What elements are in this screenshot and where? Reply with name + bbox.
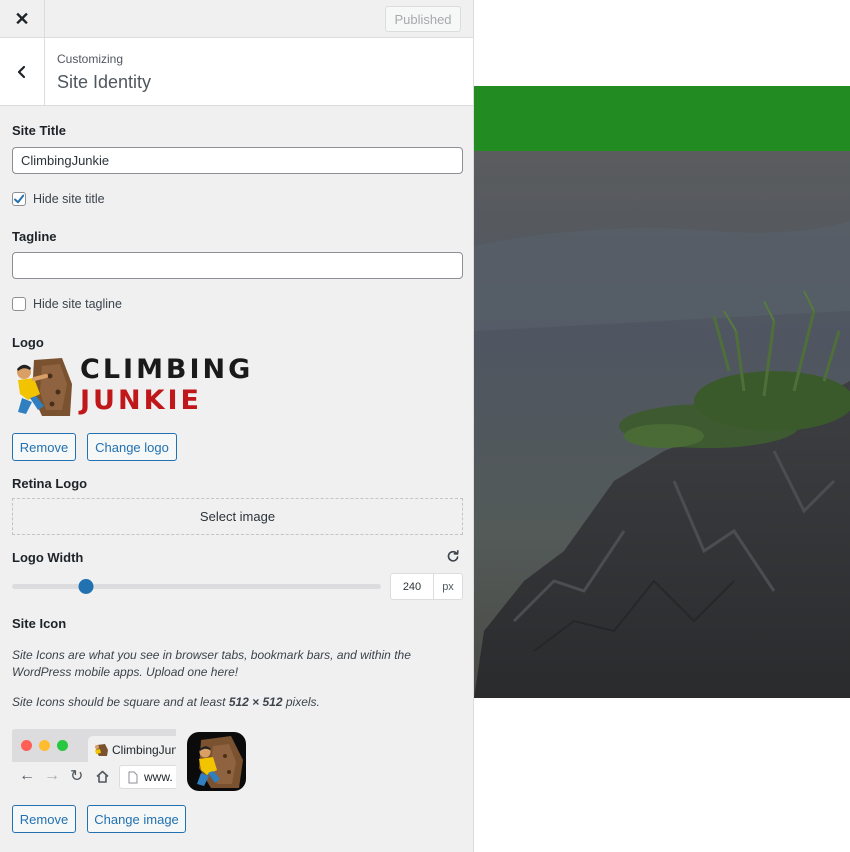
window-minimize-dot	[39, 740, 50, 751]
window-maximize-dot	[57, 740, 68, 751]
change-image-button[interactable]: Change image	[87, 805, 186, 833]
logo-image[interactable]: CLIMBING JUNKIE	[12, 354, 288, 420]
browser-tab-bar: ClimbingJunkie	[12, 729, 176, 763]
page-icon	[128, 771, 138, 784]
logo-wordmark-junkie: JUNKIE	[80, 385, 202, 416]
window-close-dot	[21, 740, 32, 751]
logo-label: Logo	[12, 335, 44, 350]
reset-icon[interactable]	[446, 549, 460, 563]
logo-width-slider[interactable]	[12, 579, 381, 594]
back-arrow-icon: ←	[19, 767, 35, 784]
breadcrumb: Customizing	[57, 52, 124, 66]
home-icon	[96, 770, 109, 783]
app-icon-preview	[187, 732, 246, 791]
back-button[interactable]	[0, 38, 45, 106]
reload-icon: ↻	[70, 768, 84, 785]
forward-arrow-icon: →	[44, 767, 60, 784]
hide-site-title-row[interactable]: Hide site title	[12, 192, 105, 206]
preview-header-bar	[474, 86, 850, 151]
publish-button[interactable]: Published	[385, 6, 461, 32]
logo-remove-button[interactable]: Remove	[12, 433, 76, 461]
hide-site-title-checkbox[interactable]	[12, 192, 26, 206]
select-image-button[interactable]: Select image	[12, 498, 463, 535]
climber-app-icon	[197, 736, 243, 788]
climber-icon	[17, 358, 72, 416]
change-logo-button[interactable]: Change logo	[87, 433, 177, 461]
slider-handle[interactable]	[78, 579, 94, 594]
logo-width-label: Logo Width	[12, 550, 84, 565]
logo-width-unit: px	[434, 573, 463, 600]
size-note-dimensions: 512 × 512	[228, 695, 283, 709]
retina-logo-label: Retina Logo	[12, 476, 88, 491]
hide-tagline-row[interactable]: Hide site tagline	[12, 297, 122, 311]
browser-toolbar: ← → ↻ www.	[12, 762, 176, 792]
customizer-topbar: ✕ Published	[0, 0, 473, 38]
favicon-icon	[95, 743, 108, 756]
section-header: Customizing Site Identity	[0, 38, 473, 106]
chevron-left-icon	[17, 65, 26, 79]
site-icon-description: Site Icons are what you see in browser t…	[12, 648, 411, 679]
size-note-suffix: pixels.	[282, 695, 320, 709]
tagline-input[interactable]	[12, 252, 463, 279]
logo-wordmark-climbing: CLIMBING	[80, 354, 254, 385]
tagline-label: Tagline	[12, 229, 57, 244]
hide-tagline-checkbox[interactable]	[12, 297, 26, 311]
checkmark-icon	[14, 194, 25, 204]
site-title-label: Site Title	[12, 123, 66, 138]
browser-tab-preview: ClimbingJunkie ← → ↻ www.	[12, 729, 176, 792]
hide-site-title-label: Hide site title	[33, 192, 105, 206]
section-title: Site Identity	[57, 72, 152, 92]
site-title-input[interactable]	[12, 147, 463, 174]
site-preview	[474, 0, 850, 852]
close-icon[interactable]: ✕	[0, 0, 45, 38]
logo-width-input[interactable]: 240	[390, 573, 434, 600]
browser-tab-title: ClimbingJunkie	[112, 742, 176, 757]
hide-tagline-label: Hide site tagline	[33, 297, 122, 311]
site-icon-label: Site Icon	[12, 616, 67, 631]
browser-tab: ClimbingJunkie	[88, 736, 176, 763]
customizer-sidebar: ✕ Published Customizing Site Identity Si…	[0, 0, 474, 852]
site-icon-remove-button[interactable]: Remove	[12, 805, 76, 833]
browser-url-text: www.	[144, 770, 173, 784]
size-note-prefix: Site Icons should be square and at least	[12, 695, 229, 709]
browser-url-bar: www.	[119, 765, 176, 789]
hero-image	[474, 151, 850, 698]
site-icon-size-note: Site Icons should be square and at least…	[12, 694, 462, 711]
